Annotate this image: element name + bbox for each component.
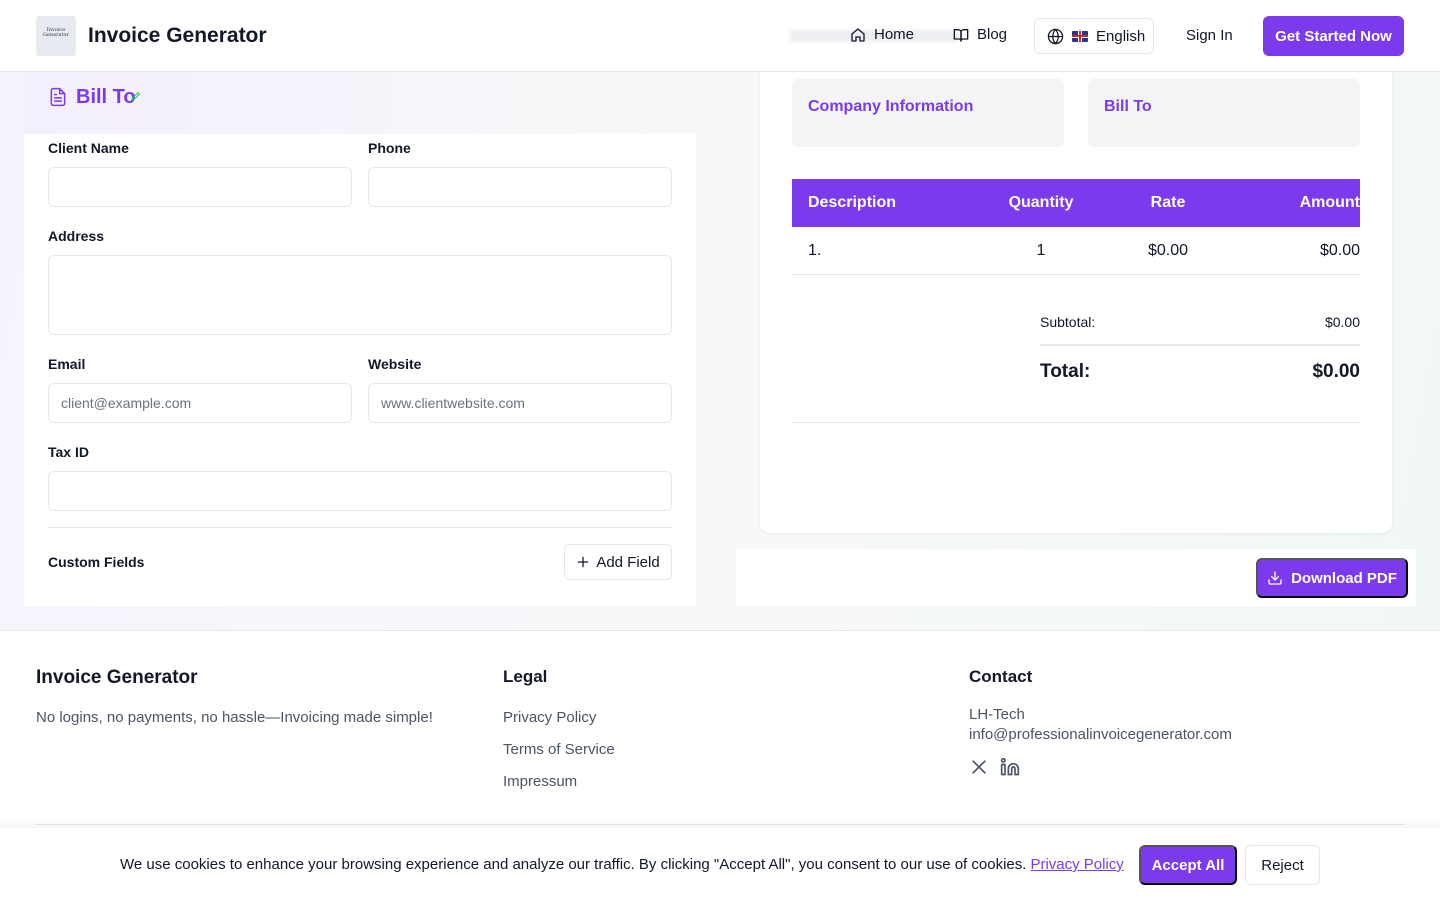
tax-id-label: Tax ID [48,444,89,460]
get-started-button[interactable]: Get Started Now [1263,16,1404,56]
uk-flag-icon [1072,30,1088,42]
total-value: $0.00 [1312,361,1360,382]
form-section-header: Bill To [24,72,696,134]
section-title: Bill To [76,86,136,108]
logo[interactable]: Invoice Generator [36,16,76,56]
download-pdf-label: Download PDF [1291,569,1397,587]
email-input[interactable] [48,383,352,423]
total-label: Total: [1040,361,1091,382]
email-label: Email [48,356,86,372]
footer-privacy-link[interactable]: Privacy Policy [503,709,596,726]
custom-fields-label: Custom Fields [48,554,145,570]
total-divider [1040,344,1360,346]
bill-to-box: Bill To [1088,79,1360,147]
download-bar: Download PDF [736,549,1416,606]
col-rate-text: Rate [1150,194,1186,211]
invoice-preview: Company Information Bill To Description … [736,72,1416,606]
company-info-title: Company Information [808,98,974,115]
table-row: 1. 1 $0.00 $0.00 [792,227,1360,275]
download-pdf-button[interactable]: Download PDF [1256,558,1408,598]
nav-blog-link[interactable]: Blog [953,26,1007,43]
bill-to-title: Bill To [1104,98,1152,115]
row-index: 1. [808,242,822,259]
address-textarea[interactable] [48,255,672,335]
nav-home-label: Home [874,26,915,43]
col-amount: Amount [1270,194,1360,212]
plus-icon [578,556,589,568]
col-description: Description [808,194,897,211]
sign-in-link[interactable]: Sign In [1186,27,1233,44]
logo-text: Invoice Generator [43,27,69,38]
footer-divider [36,824,1404,825]
globe-icon [1047,28,1064,45]
row-amount: $0.00 [1270,242,1360,260]
address-label: Address [48,228,105,244]
add-field-button[interactable]: Add Field [564,544,672,580]
phone-input[interactable] [368,167,672,207]
linkedin-icon[interactable] [1000,757,1020,777]
language-selector[interactable]: English [1034,18,1154,54]
table-header: Description Quantity Rate Amount [792,179,1360,227]
row-quantity-text: 1 [1036,242,1046,259]
card-divider [792,422,1360,423]
footer-tagline: No logins, no payments, no hassle—Invoic… [36,709,433,726]
language-label: English [1096,27,1146,45]
subtotal-value: $0.00 [1324,314,1360,330]
website-label: Website [368,356,422,372]
top-navbar: Invoice Generator Invoice Generator Home… [0,0,1440,72]
add-field-label: Add Field [596,553,660,571]
cookie-banner: We use cookies to enhance your browsing … [0,828,1440,900]
pencil-icon[interactable] [130,90,142,102]
company-info-box: Company Information [792,79,1064,147]
download-icon [1268,571,1282,585]
footer-impressum-link[interactable]: Impressum [503,773,577,790]
accept-all-button[interactable]: Accept All [1139,845,1237,885]
footer-brand: Invoice Generator [36,667,198,688]
x-icon[interactable] [969,757,989,777]
brand-name[interactable]: Invoice Generator [88,24,267,48]
book-open-icon [953,28,969,42]
document-icon [50,87,66,107]
bill-to-form: Bill To Client Name Phone Address Email … [24,72,696,606]
website-input[interactable] [368,383,672,423]
cookie-message-row: We use cookies to enhance your browsing … [120,856,1124,873]
footer-terms-link[interactable]: Terms of Service [503,741,615,758]
tax-id-input[interactable] [48,471,672,511]
reject-button[interactable]: Reject [1245,845,1320,885]
cookie-message: We use cookies to enhance your browsing … [120,856,1027,873]
subtotal-label: Subtotal: [1040,314,1096,330]
divider [48,527,672,528]
footer-contact-title: Contact [969,667,1033,686]
client-name-input[interactable] [48,167,352,207]
footer-email-link[interactable]: info@professionalinvoicegenerator.com [969,726,1232,743]
col-amount-text: Amount [1299,194,1360,211]
footer-legal-title: Legal [503,667,548,686]
client-name-label: Client Name [48,140,129,156]
nav-blog-label: Blog [977,26,1008,43]
col-quantity-text: Quantity [1008,194,1074,211]
phone-label: Phone [368,140,411,156]
cookie-privacy-link[interactable]: Privacy Policy [1030,856,1123,873]
nav-home-link[interactable]: Home [850,26,914,43]
home-icon [851,27,865,42]
row-amount-text: $0.00 [1319,242,1360,259]
invoice-card: Company Information Bill To Description … [760,72,1392,533]
row-rate-text: $0.00 [1147,242,1189,259]
footer-company: LH-Tech [969,706,1025,723]
